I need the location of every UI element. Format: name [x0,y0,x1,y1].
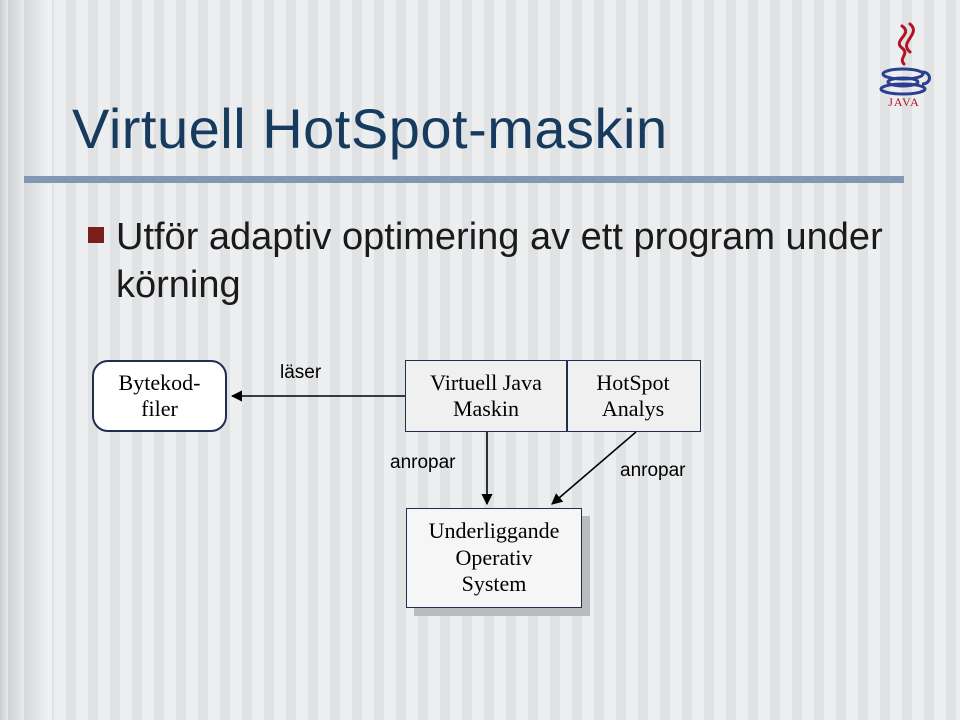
edge-label-calls-right: anropar [620,460,686,482]
slide-title: Virtuell HotSpot-maskin [72,96,668,161]
java-logo-text: JAVA [872,95,936,110]
node-os: Underliggande Operativ System [406,508,582,608]
bullet-item: Utför adaptiv optimering av ett program … [116,214,910,309]
title-underline [24,176,904,183]
node-label: Underliggande Operativ System [429,518,560,597]
bullet-icon [88,227,104,243]
node-divider [566,361,568,431]
diagram: Bytekod- filer Virtuell Java Maskin HotS… [0,340,960,700]
node-group-jvm-hotspot: Virtuell Java Maskin HotSpot Analys [405,360,701,432]
node-label: Bytekod- filer [119,370,201,423]
slide: JAVA Virtuell HotSpot-maskin Utför adapt… [0,0,960,720]
node-label: Virtuell Java Maskin [430,370,542,423]
edge-label-calls-left: anropar [390,452,456,474]
edge-label-reads: läser [280,362,321,384]
node-hotspot: HotSpot Analys [566,361,700,431]
node-label: HotSpot Analys [596,370,669,423]
java-logo-icon: JAVA [872,20,936,110]
node-bytecode-files: Bytekod- filer [92,360,227,432]
bullet-text: Utför adaptiv optimering av ett program … [116,214,910,309]
node-jvm: Virtuell Java Maskin [406,361,566,431]
